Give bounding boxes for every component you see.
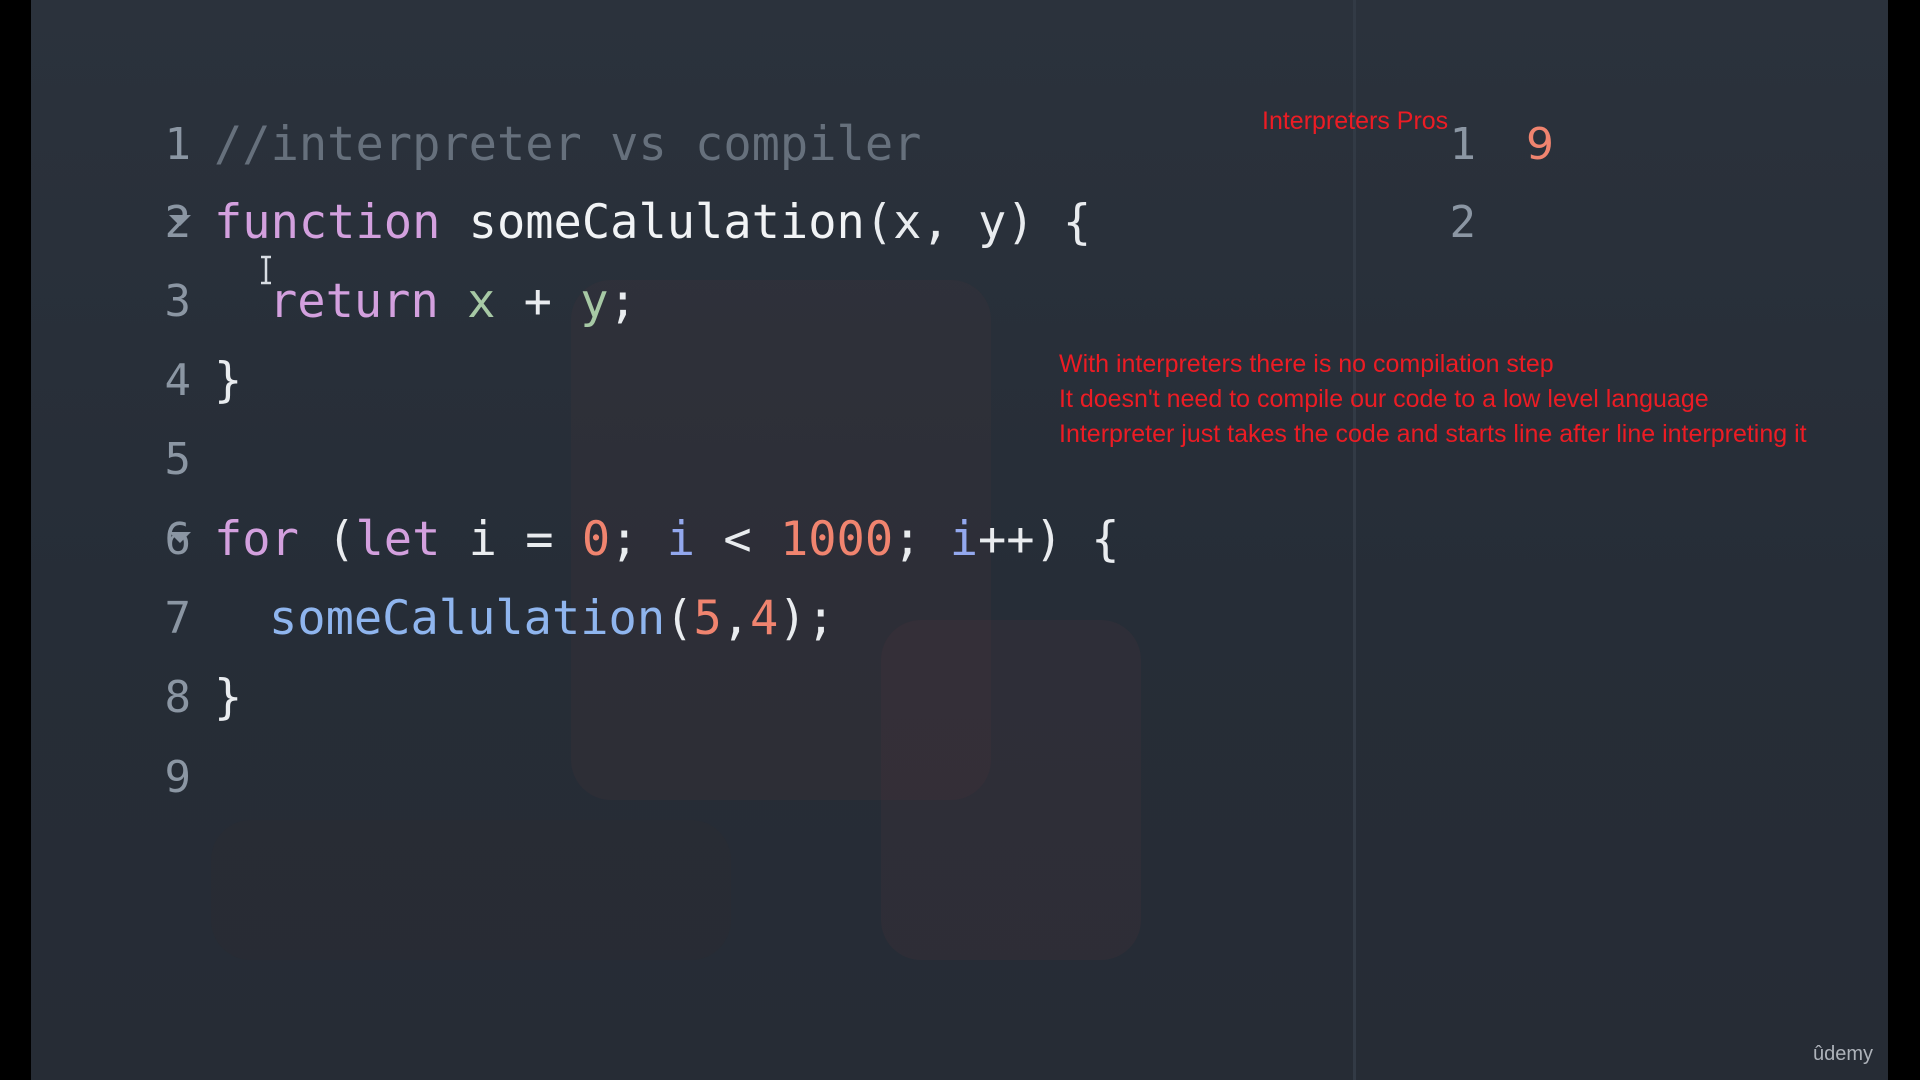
annotation-title: Interpreters Pros bbox=[1262, 107, 1449, 135]
code-line: 1 //interpreter vs compiler bbox=[31, 115, 1331, 175]
punctuation-token: ; bbox=[610, 512, 667, 567]
punctuation-token: ; bbox=[608, 274, 637, 329]
video-frame: 1 //interpreter vs compiler 2 function s… bbox=[31, 0, 1888, 1080]
punctuation-token: ++) { bbox=[978, 512, 1120, 567]
operator-token: + bbox=[495, 274, 581, 329]
punctuation-token: ) { bbox=[1006, 195, 1092, 250]
variable-token: i bbox=[666, 512, 696, 567]
code-line: 2 function someCalulation(x, y) { bbox=[31, 193, 1331, 253]
param-token: y bbox=[978, 195, 1007, 250]
function-name-token: someCalulation bbox=[468, 195, 865, 250]
punctuation-token: ( bbox=[665, 591, 694, 646]
annotation-line: It doesn't need to compile our code to a… bbox=[1059, 385, 1709, 413]
keyword-token: function bbox=[214, 195, 441, 250]
code-text: } bbox=[214, 668, 242, 728]
param-token: x bbox=[893, 195, 922, 250]
number-token: 5 bbox=[693, 591, 722, 646]
code-line: 3 return x + y; bbox=[31, 272, 1331, 332]
udemy-watermark: ûdemy bbox=[1813, 1043, 1874, 1065]
punctuation-token: , bbox=[721, 591, 751, 646]
code-text: } bbox=[214, 351, 242, 411]
variable-token: i bbox=[440, 512, 497, 567]
function-call-token: someCalulation bbox=[269, 591, 666, 646]
number-token: 0 bbox=[581, 512, 611, 567]
annotation-line: Interpreter just takes the code and star… bbox=[1059, 420, 1807, 448]
brace-token: } bbox=[214, 670, 243, 725]
code-line: 8 } bbox=[31, 668, 1331, 728]
annotation-line: With interpreters there is no compilatio… bbox=[1059, 350, 1554, 378]
code-text: return x + y; bbox=[269, 272, 637, 332]
line-number: 4 bbox=[164, 355, 192, 406]
number-token: 1000 bbox=[779, 512, 894, 567]
line-number: 8 bbox=[164, 672, 192, 723]
punctuation-token: ); bbox=[778, 591, 835, 646]
code-line: 9 bbox=[31, 748, 1331, 808]
line-number: 7 bbox=[164, 593, 192, 644]
code-editor[interactable]: 1 //interpreter vs compiler 2 function s… bbox=[31, 0, 1353, 1080]
line-number: 5 bbox=[164, 434, 192, 485]
code-text: for (let i = 0; i < 1000; i++) { bbox=[214, 510, 1120, 570]
code-text: function someCalulation(x, y) { bbox=[214, 193, 1091, 253]
variable-token: x bbox=[467, 274, 496, 329]
line-number: 3 bbox=[164, 276, 192, 327]
variable-token: y bbox=[580, 274, 609, 329]
code-text: someCalulation(5,4); bbox=[269, 589, 835, 649]
code-line: 6 for (let i = 0; i < 1000; i++) { bbox=[31, 510, 1331, 570]
brace-token: } bbox=[214, 353, 243, 408]
line-number: 9 bbox=[164, 752, 192, 803]
punctuation-token: ; bbox=[893, 512, 950, 567]
number-token: 4 bbox=[750, 591, 779, 646]
annotation-notes: With interpreters there is no compilatio… bbox=[1059, 347, 1807, 452]
punctuation-token: , bbox=[921, 195, 979, 250]
punctuation-token: ( bbox=[864, 195, 894, 250]
code-text: //interpreter vs compiler bbox=[214, 115, 921, 175]
code-line: 7 someCalulation(5,4); bbox=[31, 589, 1331, 649]
output-line-number: 2 bbox=[1449, 197, 1477, 248]
punctuation-token: ( bbox=[298, 512, 356, 567]
operator-token: = bbox=[496, 512, 582, 567]
output-panel: 1 9 2 bbox=[1356, 0, 1888, 1080]
keyword-token: return bbox=[269, 274, 439, 329]
keyword-token: for bbox=[214, 512, 299, 567]
comment-token: //interpreter vs compiler bbox=[214, 117, 922, 172]
fold-chevron-icon[interactable] bbox=[169, 532, 191, 543]
output-value: 9 bbox=[1526, 119, 1554, 170]
keyword-token: let bbox=[355, 512, 441, 567]
fold-chevron-icon[interactable] bbox=[169, 215, 191, 226]
operator-token: < bbox=[695, 512, 780, 567]
variable-token: i bbox=[949, 512, 979, 567]
output-line: 2 bbox=[1356, 193, 1888, 253]
line-number: 1 bbox=[164, 119, 192, 170]
text-cursor-icon bbox=[261, 255, 271, 285]
